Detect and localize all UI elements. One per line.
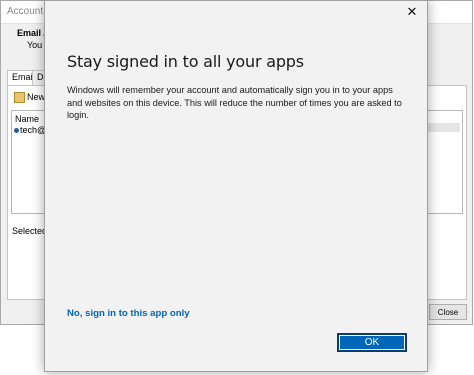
close-button[interactable]: Close bbox=[429, 304, 467, 320]
stay-signed-in-dialog: ✕ Stay signed in to all your apps Window… bbox=[44, 0, 428, 372]
list-column-name[interactable]: Name bbox=[15, 114, 39, 124]
dialog-description: Windows will remember your account and a… bbox=[67, 85, 402, 120]
list-row-highlight bbox=[428, 123, 460, 132]
default-account-icon bbox=[14, 128, 19, 134]
close-icon[interactable]: ✕ bbox=[405, 5, 419, 19]
account-email: tech@ bbox=[20, 125, 47, 135]
ok-button[interactable]: OK bbox=[337, 333, 407, 352]
sign-in-this-app-only-link[interactable]: No, sign in to this app only bbox=[67, 308, 190, 319]
new-account-icon bbox=[14, 92, 25, 104]
dialog-heading: Stay signed in to all your apps bbox=[67, 52, 304, 71]
